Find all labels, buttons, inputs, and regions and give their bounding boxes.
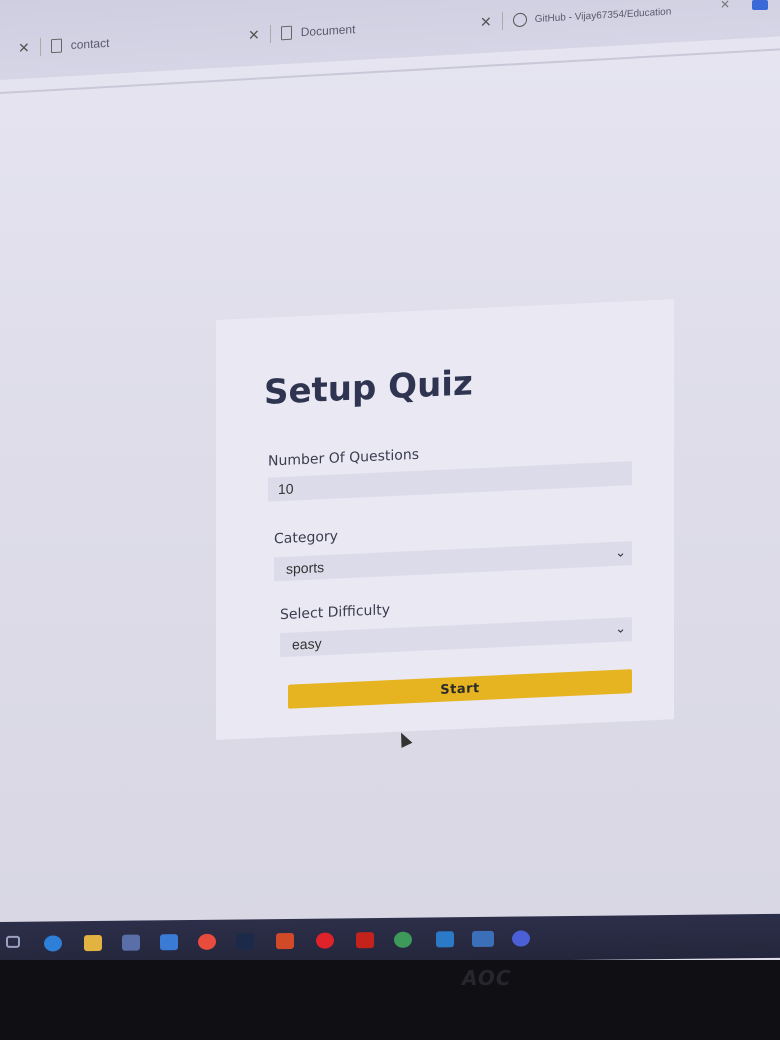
screen: ✕ contact ✕ Document ✕ GitHub - Vijay673…	[0, 0, 780, 930]
close-icon[interactable]: ✕	[248, 26, 260, 44]
file-explorer-icon[interactable]	[84, 934, 102, 952]
vscode-icon[interactable]	[436, 931, 454, 948]
chrome-icon[interactable]	[198, 933, 216, 950]
quiz-setup-card: Setup Quiz Number Of Questions 10 Catego…	[216, 299, 674, 740]
tab-contact[interactable]: ✕ contact	[18, 34, 109, 57]
window-corner-icon	[752, 0, 768, 10]
opera-icon[interactable]	[316, 932, 334, 949]
mail-icon[interactable]	[160, 934, 178, 951]
start-button[interactable]: Start	[288, 669, 632, 709]
close-icon[interactable]: ✕	[480, 13, 492, 31]
taskbar	[0, 913, 780, 966]
close-icon[interactable]: ✕	[18, 39, 30, 57]
questions-label: Number Of Questions	[268, 446, 419, 470]
monitor-brand-logo: AOC	[462, 966, 512, 990]
powerpoint-icon[interactable]	[276, 932, 294, 950]
difficulty-select[interactable]: easy ⌄	[280, 617, 632, 658]
edge-icon[interactable]	[44, 935, 62, 952]
monitor-bezel	[0, 960, 780, 1040]
acrobat-icon[interactable]	[356, 932, 374, 949]
category-select[interactable]: sports ⌄	[274, 541, 632, 582]
category-value: sports	[286, 559, 325, 577]
page-title: Setup Quiz	[264, 363, 473, 413]
task-view-icon[interactable]	[6, 935, 20, 948]
questions-value: 10	[278, 480, 294, 498]
photos-icon[interactable]	[472, 930, 494, 948]
browser-tab-bar: ✕ contact ✕ Document ✕ GitHub - Vijay673…	[0, 0, 780, 80]
tab-separator	[501, 11, 503, 30]
mouse-cursor-icon	[395, 730, 413, 748]
difficulty-value: easy	[292, 635, 322, 653]
tab-label: GitHub - Vijay67354/Education	[534, 5, 672, 25]
chevron-down-icon: ⌄	[615, 544, 626, 560]
store-icon[interactable]	[122, 934, 140, 951]
tab-separator	[39, 37, 41, 56]
tab-label: Document	[300, 22, 356, 40]
difficulty-label: Select Difficulty	[280, 602, 391, 624]
document-icon	[280, 25, 292, 41]
tab-document[interactable]: ✕ Document	[248, 20, 355, 44]
tab-github[interactable]: ✕ GitHub - Vijay67354/Education	[480, 2, 671, 31]
document-icon	[50, 38, 62, 54]
tab-label: contact	[70, 35, 110, 53]
github-desktop-icon[interactable]	[512, 930, 530, 947]
photoshop-icon[interactable]	[236, 933, 254, 950]
chrome-alt-icon[interactable]	[394, 931, 412, 948]
close-icon[interactable]: ✕	[720, 0, 730, 12]
questions-input[interactable]: 10	[268, 461, 632, 502]
github-icon	[512, 12, 527, 28]
category-label: Category	[274, 528, 338, 548]
chevron-down-icon: ⌄	[615, 620, 626, 636]
tab-separator	[269, 24, 271, 43]
